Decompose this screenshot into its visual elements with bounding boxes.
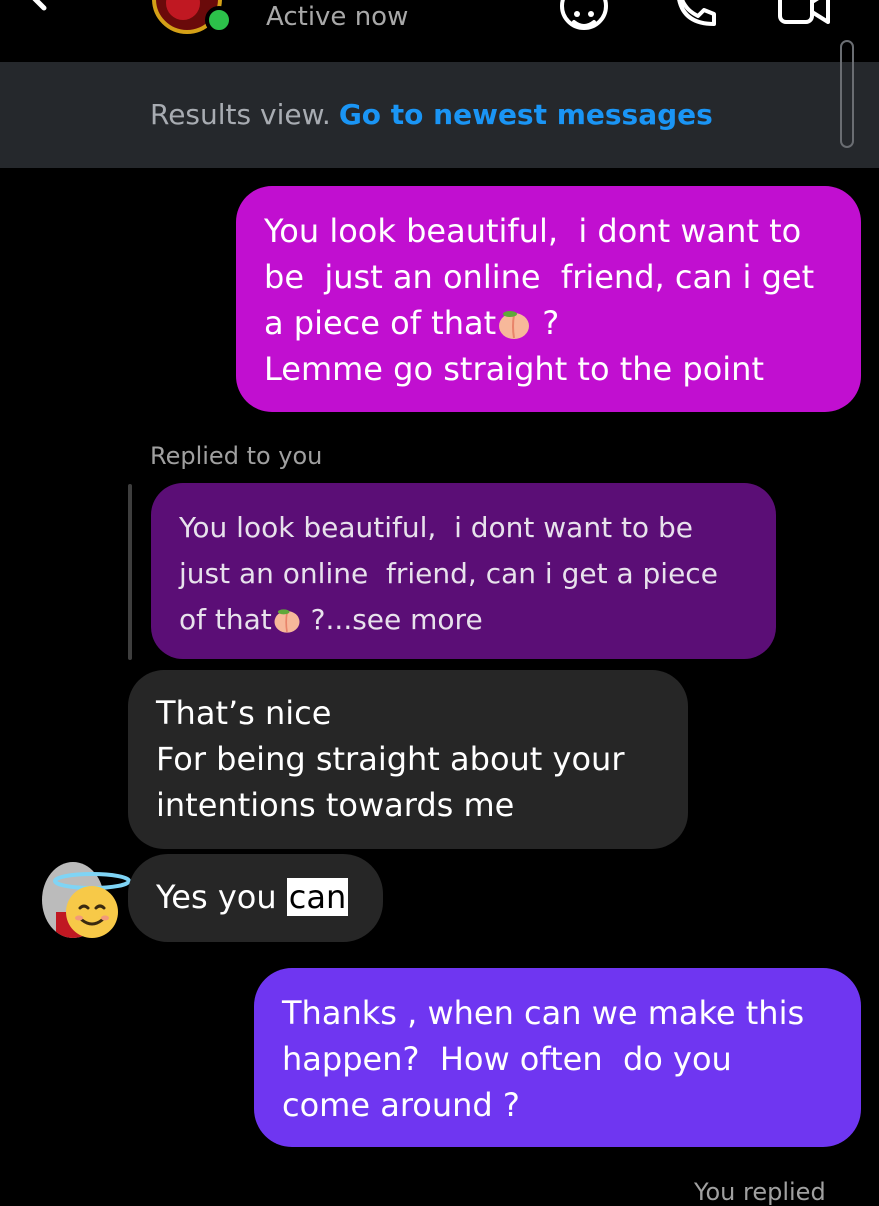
phone-icon[interactable]: [668, 0, 724, 34]
go-to-newest-link[interactable]: Go to newest messages: [339, 98, 713, 131]
received-message-bubble[interactable]: Yes you can: [128, 854, 383, 942]
replied-to-you-label: Replied to you: [150, 442, 323, 470]
received-message-bubble[interactable]: That’s nice For being straight about you…: [128, 670, 688, 849]
message-text: Yes you: [156, 878, 287, 916]
see-more-link[interactable]: ?...see more: [302, 603, 483, 636]
smiling-face-with-halo-icon: [53, 872, 131, 938]
results-view-text: Results view. Go to newest messages: [150, 98, 713, 131]
sent-message-bubble[interactable]: Thanks , when can we make this happen? H…: [254, 968, 861, 1147]
back-arrow-icon[interactable]: [18, 0, 74, 30]
peach-emoji-icon: [274, 609, 300, 633]
sticker-icon[interactable]: [556, 0, 612, 34]
sent-message-bubble[interactable]: You look beautiful, i dont want to be ju…: [236, 186, 861, 412]
peach-emoji-icon: [499, 311, 530, 339]
highlighted-search-match: can: [286, 878, 349, 916]
results-view-label: Results view.: [150, 98, 331, 131]
scrollbar-thumb[interactable]: [840, 40, 854, 148]
chat-header: [0, 0, 879, 62]
active-status-text: Active now: [266, 2, 409, 32]
video-call-icon[interactable]: [776, 0, 832, 34]
you-replied-label: You replied: [694, 1178, 826, 1206]
online-status-dot: [205, 6, 233, 34]
quoted-message-bubble[interactable]: You look beautiful, i dont want to be ju…: [151, 483, 776, 659]
reply-quote-line: [128, 484, 132, 660]
